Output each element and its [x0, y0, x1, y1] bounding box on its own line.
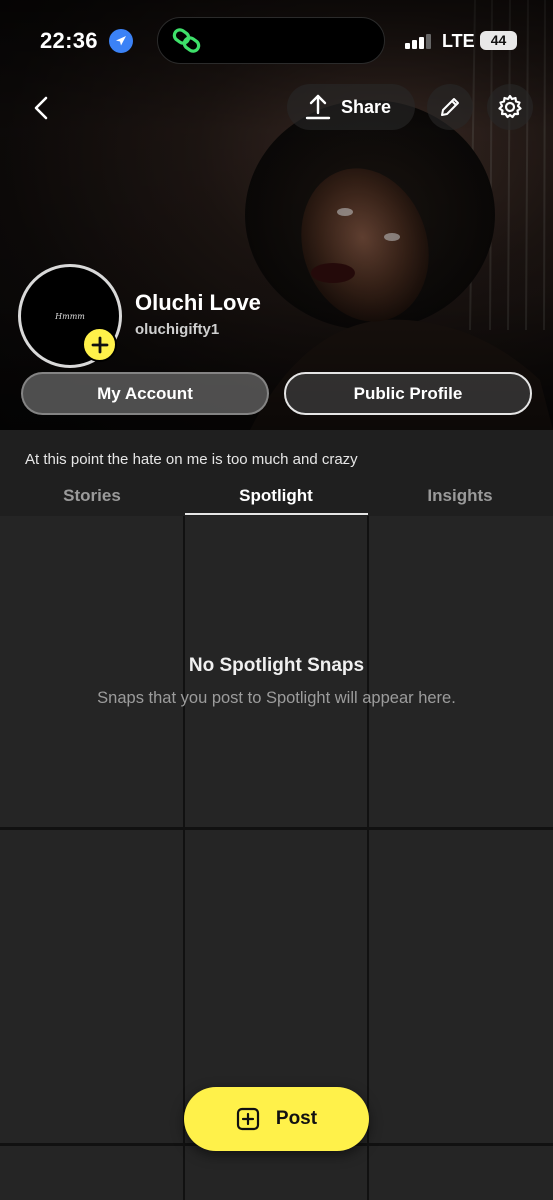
- add-story-button[interactable]: [82, 327, 117, 362]
- grid-cell: [0, 830, 183, 1143]
- settings-button[interactable]: [487, 84, 533, 130]
- signal-icon: [405, 33, 433, 49]
- tab-stories[interactable]: Stories: [0, 486, 184, 506]
- profile-bio: At this point the hate on me is too much…: [25, 451, 358, 468]
- status-time: 22:36: [40, 28, 98, 53]
- back-chevron-icon: [34, 96, 48, 120]
- active-tab-indicator: [185, 513, 368, 515]
- edit-button[interactable]: [427, 84, 473, 130]
- profile-tabs: Stories Spotlight Insights: [0, 478, 553, 516]
- battery-indicator: 44: [480, 31, 517, 50]
- post-button[interactable]: Post: [184, 1087, 369, 1151]
- plus-icon: [91, 336, 108, 353]
- pencil-icon: [441, 98, 459, 116]
- back-button[interactable]: [22, 88, 62, 128]
- add-post-icon: [236, 1107, 260, 1131]
- post-label: Post: [275, 1108, 318, 1129]
- empty-state-subtitle: Snaps that you post to Spotlight will ap…: [97, 689, 456, 707]
- dynamic-island[interactable]: [157, 17, 385, 64]
- public-profile-button[interactable]: Public Profile: [284, 372, 532, 415]
- grid-cell: [369, 830, 553, 1143]
- status-bar: 22:36 LTE 44: [0, 0, 553, 80]
- network-type: LTE: [442, 31, 475, 51]
- share-label: Share: [341, 96, 392, 117]
- share-button[interactable]: Share: [287, 84, 415, 130]
- tab-spotlight[interactable]: Spotlight: [184, 486, 368, 506]
- my-account-button[interactable]: My Account: [21, 372, 269, 415]
- grid-cell: [369, 1146, 553, 1200]
- grid-cell: [185, 1146, 367, 1200]
- share-upload-icon: [305, 94, 331, 120]
- avatar-text: Hmmm: [55, 311, 85, 321]
- username: oluchigifty1: [135, 321, 220, 338]
- empty-state-title: No Spotlight Snaps: [188, 655, 365, 676]
- gear-icon: [498, 94, 522, 119]
- tab-insights[interactable]: Insights: [368, 486, 552, 506]
- grid-cell: [0, 1146, 183, 1200]
- display-name: Oluchi Love: [135, 290, 261, 315]
- location-arrow-icon: [109, 29, 133, 53]
- link-icon: [172, 28, 201, 53]
